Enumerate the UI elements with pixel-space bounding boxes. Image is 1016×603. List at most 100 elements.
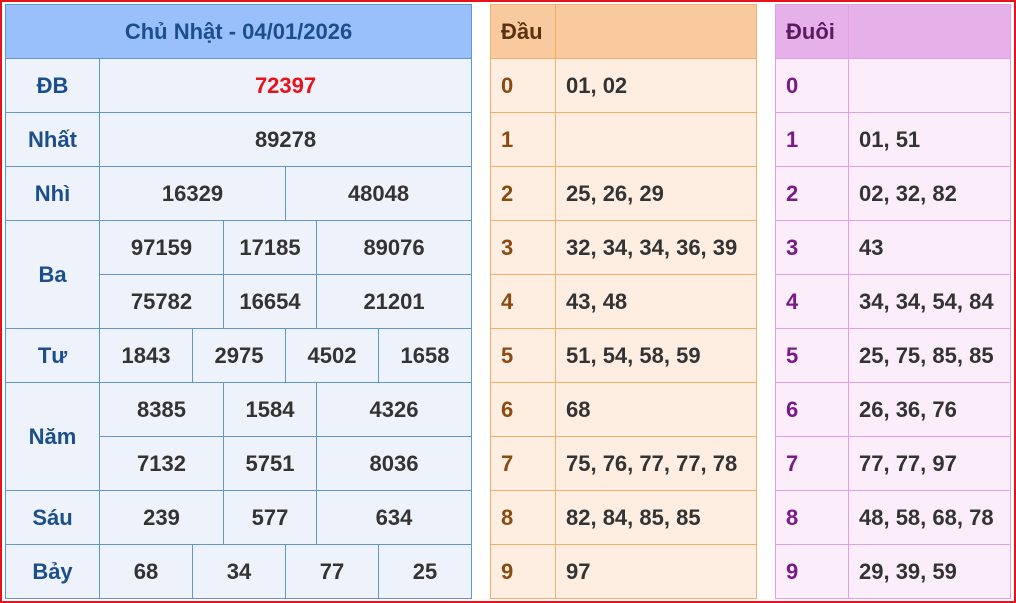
prize-number: 577 bbox=[223, 490, 317, 545]
prize-number: 2975 bbox=[192, 328, 286, 383]
duoi-key: 6 bbox=[775, 382, 849, 437]
dau-values: 43, 48 bbox=[555, 274, 757, 329]
dau-row: 1 bbox=[490, 112, 757, 167]
duoi-header: Đuôi bbox=[775, 4, 849, 59]
duoi-header-blank bbox=[848, 4, 1011, 59]
dau-row: 9 97 bbox=[490, 544, 757, 599]
duoi-values bbox=[848, 58, 1011, 113]
prize-number: 634 bbox=[315, 490, 473, 545]
duoi-values: 02, 32, 82 bbox=[848, 166, 1011, 221]
duoi-key: 8 bbox=[775, 490, 849, 545]
prize-number: 8385 bbox=[99, 382, 224, 437]
dau-row: 8 82, 84, 85, 85 bbox=[490, 490, 757, 545]
prize-number: 1843 bbox=[99, 328, 193, 383]
dau-values: 51, 54, 58, 59 bbox=[555, 328, 757, 383]
dau-key: 5 bbox=[490, 328, 556, 383]
prize-number: 16329 bbox=[99, 166, 286, 221]
dau-key: 0 bbox=[490, 58, 556, 113]
duoi-values: 25, 75, 85, 85 bbox=[848, 328, 1011, 383]
duoi-values: 01, 51 bbox=[848, 112, 1011, 167]
dau-values: 68 bbox=[555, 382, 757, 437]
dau-row: 7 75, 76, 77, 77, 78 bbox=[490, 436, 757, 491]
dau-header-blank bbox=[555, 4, 757, 59]
duoi-row: 5 25, 75, 85, 85 bbox=[775, 328, 1011, 383]
dau-row: 0 01, 02 bbox=[490, 58, 757, 113]
prize-number: 7132 bbox=[99, 436, 224, 491]
prize-number: 77 bbox=[285, 544, 379, 599]
duoi-row: 1 01, 51 bbox=[775, 112, 1011, 167]
dau-values: 01, 02 bbox=[555, 58, 757, 113]
prize-number: 25 bbox=[377, 544, 473, 599]
dau-key: 2 bbox=[490, 166, 556, 221]
prize-row-tu: Tư 1843 2975 4502 1658 bbox=[5, 328, 473, 383]
dau-key: 3 bbox=[490, 220, 556, 275]
dau-row: 5 51, 54, 58, 59 bbox=[490, 328, 757, 383]
prize-label: Năm bbox=[5, 382, 100, 491]
dau-key: 9 bbox=[490, 544, 556, 599]
dau-values: 82, 84, 85, 85 bbox=[555, 490, 757, 545]
duoi-row: 7 77, 77, 97 bbox=[775, 436, 1011, 491]
duoi-row: 9 29, 39, 59 bbox=[775, 544, 1011, 599]
dau-values: 75, 76, 77, 77, 78 bbox=[555, 436, 757, 491]
duoi-values: 29, 39, 59 bbox=[848, 544, 1011, 599]
special-prize-number: 72397 bbox=[98, 58, 473, 113]
prize-row-ba: Ba 97159 17185 89076 bbox=[5, 220, 473, 329]
prize-number: 89278 bbox=[98, 112, 473, 167]
dau-key: 1 bbox=[490, 112, 556, 167]
duoi-row: 6 26, 36, 76 bbox=[775, 382, 1011, 437]
prize-number: 4326 bbox=[315, 382, 473, 437]
prize-number: 239 bbox=[99, 490, 224, 545]
duoi-row: 0 bbox=[775, 58, 1011, 113]
dau-row: 4 43, 48 bbox=[490, 274, 757, 329]
prize-number: 4502 bbox=[285, 328, 379, 383]
prize-number: 34 bbox=[192, 544, 286, 599]
duoi-values: 48, 58, 68, 78 bbox=[848, 490, 1011, 545]
duoi-values: 77, 77, 97 bbox=[848, 436, 1011, 491]
prize-label: Tư bbox=[5, 328, 100, 383]
prize-number: 89076 bbox=[315, 220, 473, 275]
prize-label: Ba bbox=[5, 220, 100, 329]
prize-number: 8036 bbox=[315, 436, 473, 491]
dau-key: 6 bbox=[490, 382, 556, 437]
prize-label: Nhất bbox=[5, 112, 100, 167]
duoi-row: 3 43 bbox=[775, 220, 1011, 275]
duoi-values: 34, 34, 54, 84 bbox=[848, 274, 1011, 329]
prize-number: 1658 bbox=[377, 328, 473, 383]
duoi-key: 0 bbox=[775, 58, 849, 113]
duoi-table: Đuôi 0 1 01, 51 2 02, 32, 82 3 43 4 34, 34, … bbox=[775, 4, 1011, 599]
dau-panel: Đầu 0 01, 02 1 2 25, 26, 29 3 32, 34, 34, 3… bbox=[490, 4, 757, 599]
duoi-key: 2 bbox=[775, 166, 849, 221]
prize-row-nam: Năm 8385 1584 4326 bbox=[5, 382, 473, 491]
prize-row-sau: Sáu 239 577 634 bbox=[5, 490, 473, 545]
prize-number: 1584 bbox=[223, 382, 317, 437]
duoi-row: 8 48, 58, 68, 78 bbox=[775, 490, 1011, 545]
dau-row: 2 25, 26, 29 bbox=[490, 166, 757, 221]
prize-label: Bảy bbox=[5, 544, 100, 599]
lottery-results-panel: Chủ Nhật - 04/01/2026 ĐB 72397 Nhất 8927… bbox=[4, 4, 473, 599]
dau-values bbox=[555, 112, 757, 167]
duoi-key: 1 bbox=[775, 112, 849, 167]
prize-number: 17185 bbox=[223, 220, 317, 275]
dau-table: Đầu 0 01, 02 1 2 25, 26, 29 3 32, 34, 34, 3… bbox=[490, 4, 757, 599]
duoi-key: 4 bbox=[775, 274, 849, 329]
duoi-key: 9 bbox=[775, 544, 849, 599]
prize-number: 16654 bbox=[223, 274, 317, 329]
prize-row-nhi: Nhì 16329 48048 bbox=[5, 166, 473, 221]
dau-values: 97 bbox=[555, 544, 757, 599]
prize-number: 68 bbox=[99, 544, 193, 599]
duoi-key: 7 bbox=[775, 436, 849, 491]
prize-label: ĐB bbox=[5, 58, 100, 113]
prize-number: 97159 bbox=[99, 220, 224, 275]
dau-values: 32, 34, 34, 36, 39 bbox=[555, 220, 757, 275]
duoi-values: 43 bbox=[848, 220, 1011, 275]
dau-row: 3 32, 34, 34, 36, 39 bbox=[490, 220, 757, 275]
prize-label: Sáu bbox=[5, 490, 100, 545]
duoi-panel: Đuôi 0 1 01, 51 2 02, 32, 82 3 43 4 34, 34, … bbox=[775, 4, 1011, 599]
dau-header: Đầu bbox=[490, 4, 556, 59]
draw-date-title: Chủ Nhật - 04/01/2026 bbox=[4, 4, 473, 59]
prize-number: 48048 bbox=[284, 166, 473, 221]
prize-number: 75782 bbox=[99, 274, 224, 329]
dau-values: 25, 26, 29 bbox=[555, 166, 757, 221]
dau-row: 6 68 bbox=[490, 382, 757, 437]
dau-key: 4 bbox=[490, 274, 556, 329]
